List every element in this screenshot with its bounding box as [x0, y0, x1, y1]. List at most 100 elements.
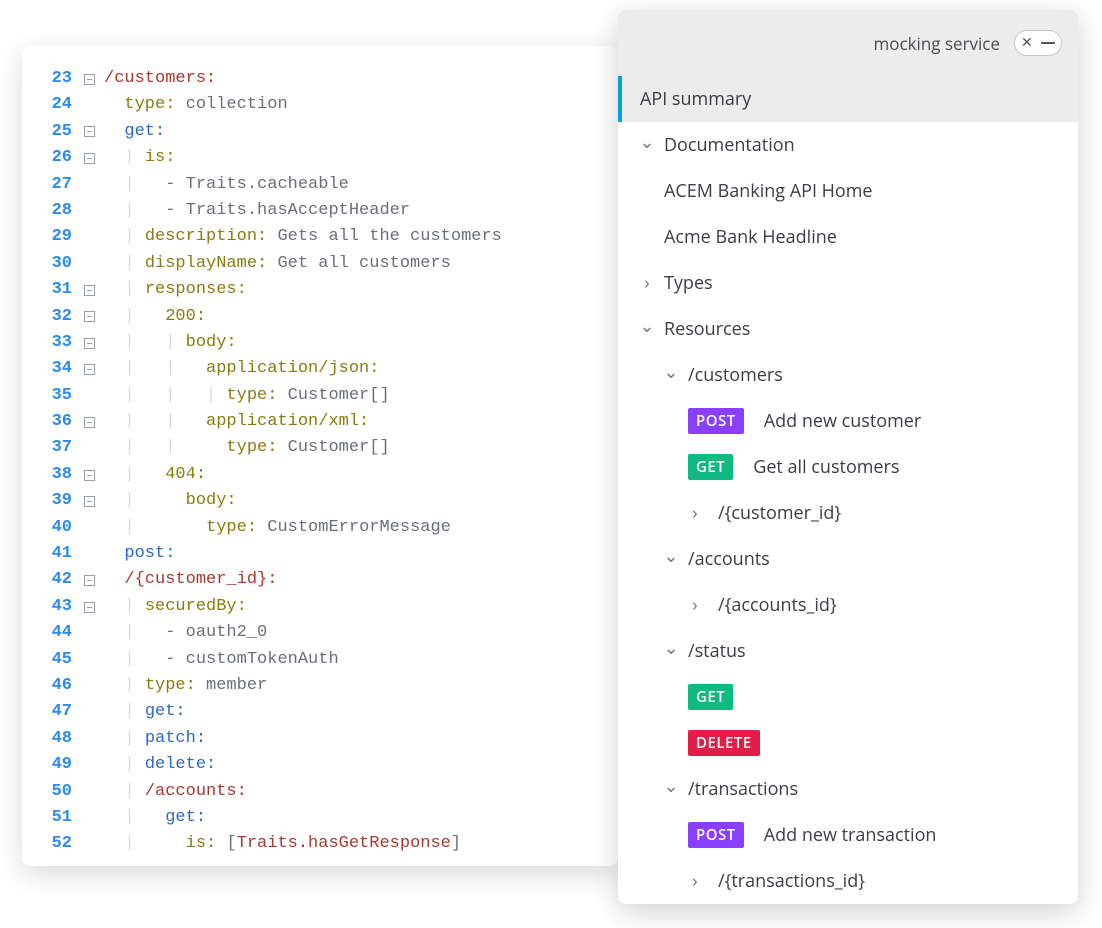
- code-content[interactable]: get:: [98, 119, 165, 145]
- fold-toggle-icon[interactable]: [84, 338, 95, 349]
- fold-gutter[interactable]: [80, 311, 98, 322]
- code-line[interactable]: 24 type: collection: [22, 92, 618, 118]
- code-content[interactable]: post:: [98, 541, 175, 567]
- endpoint-row[interactable]: GETGet all customers: [618, 444, 1078, 490]
- code-line[interactable]: 35 | | | type: Customer[]: [22, 383, 618, 409]
- code-line[interactable]: 49 | delete:: [22, 752, 618, 778]
- fold-toggle-icon[interactable]: [84, 496, 95, 507]
- code-content[interactable]: | responses:: [98, 277, 247, 303]
- fold-gutter[interactable]: [80, 470, 98, 481]
- resource-node[interactable]: /accounts: [618, 536, 1078, 582]
- code-line[interactable]: 30 | displayName: Get all customers: [22, 251, 618, 277]
- code-line[interactable]: 36 | | application/xml:: [22, 409, 618, 435]
- code-content[interactable]: | get:: [98, 805, 206, 831]
- code-line[interactable]: 29 | description: Gets all the customers: [22, 224, 618, 250]
- code-line[interactable]: 52 | is: [Traits.hasGetResponse]: [22, 831, 618, 857]
- doc-item-headline[interactable]: Acme Bank Headline: [618, 214, 1078, 260]
- code-line[interactable]: 47 | get:: [22, 699, 618, 725]
- fold-gutter[interactable]: [80, 417, 98, 428]
- code-line[interactable]: 38 | 404:: [22, 462, 618, 488]
- code-line[interactable]: 48 | patch:: [22, 726, 618, 752]
- fold-gutter[interactable]: [80, 153, 98, 164]
- code-content[interactable]: | securedBy:: [98, 594, 247, 620]
- nav-resources[interactable]: Resources: [618, 306, 1078, 352]
- resource-child-node[interactable]: /{accounts_id}: [618, 582, 1078, 628]
- mocking-service-toggle[interactable]: ✕: [1014, 30, 1062, 56]
- endpoint-row[interactable]: POSTAdd new customer: [618, 398, 1078, 444]
- code-content[interactable]: /{customer_id}:: [98, 567, 277, 593]
- endpoint-row[interactable]: POSTAdd new transaction: [618, 812, 1078, 858]
- code-content[interactable]: | get:: [98, 699, 186, 725]
- code-editor[interactable]: 23/customers:24 type: collection25 get:2…: [22, 46, 618, 866]
- fold-gutter[interactable]: [80, 338, 98, 349]
- resource-node[interactable]: /status: [618, 628, 1078, 674]
- code-line[interactable]: 51 | get:: [22, 805, 618, 831]
- fold-gutter[interactable]: [80, 364, 98, 375]
- code-line[interactable]: 34 | | application/json:: [22, 356, 618, 382]
- doc-item-home[interactable]: ACEM Banking API Home: [618, 168, 1078, 214]
- resource-child-node[interactable]: /{transactions_id}: [618, 858, 1078, 904]
- fold-gutter[interactable]: [80, 285, 98, 296]
- code-line[interactable]: 40 | type: CustomErrorMessage: [22, 515, 618, 541]
- code-line[interactable]: 31 | responses:: [22, 277, 618, 303]
- code-content[interactable]: | delete:: [98, 752, 216, 778]
- code-content[interactable]: | is:: [98, 145, 175, 171]
- code-content[interactable]: type: collection: [98, 92, 288, 118]
- fold-toggle-icon[interactable]: [84, 364, 95, 375]
- code-content[interactable]: | type: CustomErrorMessage: [98, 515, 451, 541]
- code-line[interactable]: 26 | is:: [22, 145, 618, 171]
- code-content[interactable]: | - customTokenAuth: [98, 647, 339, 673]
- code-content[interactable]: | displayName: Get all customers: [98, 251, 451, 277]
- nav-types[interactable]: Types: [618, 260, 1078, 306]
- code-line[interactable]: 39 | body:: [22, 488, 618, 514]
- code-content[interactable]: | /accounts:: [98, 779, 247, 805]
- fold-toggle-icon[interactable]: [84, 575, 95, 586]
- fold-toggle-icon[interactable]: [84, 470, 95, 481]
- code-line[interactable]: 42 /{customer_id}:: [22, 567, 618, 593]
- code-content[interactable]: | type: member: [98, 673, 267, 699]
- fold-toggle-icon[interactable]: [84, 74, 95, 85]
- code-line[interactable]: 27 | - Traits.cacheable: [22, 172, 618, 198]
- code-line[interactable]: 25 get:: [22, 119, 618, 145]
- code-content[interactable]: | 404:: [98, 462, 206, 488]
- fold-toggle-icon[interactable]: [84, 285, 95, 296]
- resource-child-node[interactable]: /{customer_id}: [618, 490, 1078, 536]
- nav-api-summary[interactable]: API summary: [618, 76, 1078, 122]
- code-content[interactable]: | | application/xml:: [98, 409, 369, 435]
- code-content[interactable]: | - Traits.cacheable: [98, 172, 349, 198]
- code-line[interactable]: 32 | 200:: [22, 304, 618, 330]
- code-line[interactable]: 41 post:: [22, 541, 618, 567]
- code-content[interactable]: | | | type: Customer[]: [98, 383, 390, 409]
- endpoint-row[interactable]: DELETE: [618, 720, 1078, 766]
- code-content[interactable]: | | body:: [98, 330, 237, 356]
- code-line[interactable]: 37 | | type: Customer[]: [22, 435, 618, 461]
- code-content[interactable]: | 200:: [98, 304, 206, 330]
- code-content[interactable]: | - Traits.hasAcceptHeader: [98, 198, 410, 224]
- fold-gutter[interactable]: [80, 602, 98, 613]
- code-content[interactable]: /customers:: [98, 66, 216, 92]
- code-content[interactable]: | patch:: [98, 726, 206, 752]
- code-line[interactable]: 44 | - oauth2_0: [22, 620, 618, 646]
- fold-toggle-icon[interactable]: [84, 417, 95, 428]
- code-line[interactable]: 33 | | body:: [22, 330, 618, 356]
- code-line[interactable]: 23/customers:: [22, 66, 618, 92]
- resource-node[interactable]: /transactions: [618, 766, 1078, 812]
- fold-gutter[interactable]: [80, 575, 98, 586]
- code-line[interactable]: 28 | - Traits.hasAcceptHeader: [22, 198, 618, 224]
- fold-toggle-icon[interactable]: [84, 602, 95, 613]
- fold-toggle-icon[interactable]: [84, 126, 95, 137]
- resource-node[interactable]: /customers: [618, 352, 1078, 398]
- code-content[interactable]: | | application/json:: [98, 356, 379, 382]
- code-line[interactable]: 45 | - customTokenAuth: [22, 647, 618, 673]
- code-line[interactable]: 43 | securedBy:: [22, 594, 618, 620]
- fold-gutter[interactable]: [80, 74, 98, 85]
- fold-gutter[interactable]: [80, 496, 98, 507]
- code-line[interactable]: 50 | /accounts:: [22, 779, 618, 805]
- code-content[interactable]: | - oauth2_0: [98, 620, 267, 646]
- fold-gutter[interactable]: [80, 126, 98, 137]
- fold-toggle-icon[interactable]: [84, 153, 95, 164]
- code-content[interactable]: | | type: Customer[]: [98, 435, 390, 461]
- endpoint-row[interactable]: GET: [618, 674, 1078, 720]
- code-content[interactable]: | is: [Traits.hasGetResponse]: [98, 831, 461, 857]
- code-line[interactable]: 46 | type: member: [22, 673, 618, 699]
